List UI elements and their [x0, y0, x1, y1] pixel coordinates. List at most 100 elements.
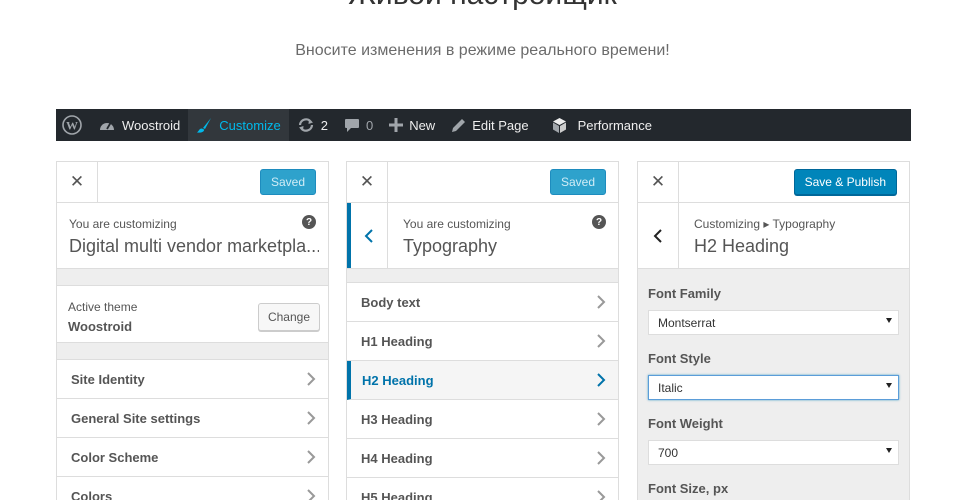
change-theme-button[interactable]: Change [257, 303, 320, 331]
menu-item-colors[interactable]: Colors [57, 477, 328, 500]
font-weight-label: Font Weight [648, 416, 723, 431]
menu-item-h3-heading[interactable]: H3 Heading [347, 400, 618, 439]
section-title: H2 Heading [694, 236, 790, 256]
close-icon[interactable]: ✕ [638, 162, 679, 202]
customizing-info: You are customizing Typography ? [347, 203, 618, 269]
menu-item-label: H1 Heading [361, 333, 433, 349]
customizing-info: You are customizing Digital multi vendor… [57, 203, 328, 269]
menu-item-body-text[interactable]: Body text [347, 283, 618, 322]
customizing-label: You are customizing [403, 217, 511, 231]
comment-icon [344, 118, 359, 132]
section-title: Typography [403, 236, 498, 256]
menu-item-label: Body text [361, 294, 421, 310]
chevron-left-icon [653, 228, 662, 243]
hero-title: Живой настройщик [0, 0, 965, 12]
menu-item-label: Colors [71, 488, 113, 500]
customize-label: Customize [219, 117, 281, 133]
chevron-right-icon [597, 295, 606, 309]
close-icon[interactable]: ✕ [347, 162, 388, 202]
chevron-left-icon [364, 228, 373, 243]
back-button[interactable] [347, 203, 388, 268]
customizing-label: You are customizing [69, 217, 177, 231]
site-name-link[interactable]: Woostroid [90, 109, 188, 141]
chevron-right-icon [307, 411, 316, 425]
menu-item-label: H2 Heading [362, 372, 434, 388]
font-style-label: Font Style [648, 351, 711, 366]
updates-icon [298, 118, 313, 132]
site-title: Digital multi vendor marketpla... [69, 236, 319, 256]
help-icon[interactable]: ? [592, 215, 606, 229]
svg-text:W: W [66, 119, 78, 133]
menu-item-site-identity[interactable]: Site Identity [57, 360, 328, 399]
font-style-select[interactable]: Italic [648, 375, 899, 400]
site-name-label: Woostroid [122, 117, 181, 133]
help-icon[interactable]: ? [302, 215, 316, 229]
chevron-right-icon [307, 450, 316, 464]
chevron-right-icon [307, 489, 316, 500]
typography-menu: Body text H1 Heading H2 Heading H3 Headi… [347, 282, 618, 500]
active-theme-section: Active theme Woostroid Change [57, 285, 328, 343]
save-publish-button[interactable]: Save & Publish [793, 169, 897, 195]
hero-subtitle: Вносите изменения в режиме реального вре… [295, 42, 670, 59]
back-button[interactable] [638, 203, 679, 268]
chevron-right-icon [597, 490, 606, 500]
customize-link[interactable]: Customize [188, 109, 289, 141]
customizer-panel-typography: ✕ Saved You are customizing Typography ?… [346, 161, 619, 500]
menu-item-color-scheme[interactable]: Color Scheme [57, 438, 328, 477]
comments-link[interactable]: 0 [336, 109, 381, 141]
menu-item-h4-heading[interactable]: H4 Heading [347, 439, 618, 478]
plus-icon [389, 118, 404, 132]
brush-icon [197, 117, 212, 133]
menu-item-label: H4 Heading [361, 450, 433, 466]
customizer-panel-main: ✕ Saved You are customizing Digital mult… [56, 161, 329, 500]
edit-page-label: Edit Page [472, 117, 529, 133]
customizer-panel-h2-heading: ✕ Save & Publish Customizing ▸ Typograph… [637, 161, 910, 500]
section-menu: Site Identity General Site settings Colo… [57, 359, 328, 500]
close-icon[interactable]: ✕ [57, 162, 98, 202]
menu-item-general-site-settings[interactable]: General Site settings [57, 399, 328, 438]
font-weight-value: 700 [658, 445, 679, 460]
panel-header: ✕ Saved [57, 162, 328, 203]
menu-item-h5-heading[interactable]: H5 Heading [347, 478, 618, 500]
caret-down-icon [886, 383, 892, 388]
wordpress-logo-icon: W [62, 115, 82, 135]
new-label: New [409, 117, 436, 133]
new-content-link[interactable]: New [381, 109, 443, 141]
pencil-icon [452, 118, 466, 132]
performance-label: Performance [577, 117, 652, 133]
chevron-right-icon [307, 372, 316, 386]
font-weight-select[interactable]: 700 [648, 440, 899, 465]
caret-down-icon [886, 448, 892, 453]
performance-link[interactable]: Performance [537, 109, 660, 141]
wordpress-menu[interactable]: W [56, 109, 90, 141]
menu-item-label: Color Scheme [71, 449, 159, 465]
performance-icon [552, 117, 566, 133]
updates-count: 2 [320, 117, 328, 133]
font-size-label: Font Size, px [648, 481, 729, 496]
menu-item-label: General Site settings [71, 410, 201, 426]
edit-page-link[interactable]: Edit Page [443, 109, 536, 141]
menu-item-label: Site Identity [71, 371, 145, 387]
menu-item-label: H3 Heading [361, 411, 433, 427]
menu-item-label: H5 Heading [361, 489, 433, 500]
saved-button[interactable]: Saved [259, 169, 316, 195]
menu-item-h2-heading[interactable]: H2 Heading [347, 361, 618, 400]
comments-count: 0 [365, 117, 374, 133]
section-info: Customizing ▸ Typography H2 Heading [638, 203, 909, 269]
panel-header: ✕ Save & Publish [638, 162, 909, 203]
font-family-value: Montserrat [658, 315, 716, 330]
theme-name: Woostroid [68, 319, 133, 334]
dashboard-icon [100, 122, 114, 130]
updates-link[interactable]: 2 [289, 109, 336, 141]
breadcrumb: Customizing ▸ Typography [694, 217, 836, 231]
font-family-select[interactable]: Montserrat [648, 310, 899, 335]
chevron-right-icon [597, 451, 606, 465]
typography-fields: Font Family Montserrat Font Style Italic… [638, 286, 909, 499]
saved-button[interactable]: Saved [549, 169, 606, 195]
chevron-right-icon [597, 412, 606, 426]
chevron-right-icon [597, 373, 606, 387]
admin-bar: W Woostroid Customize 2 0 New Edit Page … [56, 109, 911, 141]
menu-item-h1-heading[interactable]: H1 Heading [347, 322, 618, 361]
panel-header: ✕ Saved [347, 162, 618, 203]
chevron-right-icon [597, 334, 606, 348]
